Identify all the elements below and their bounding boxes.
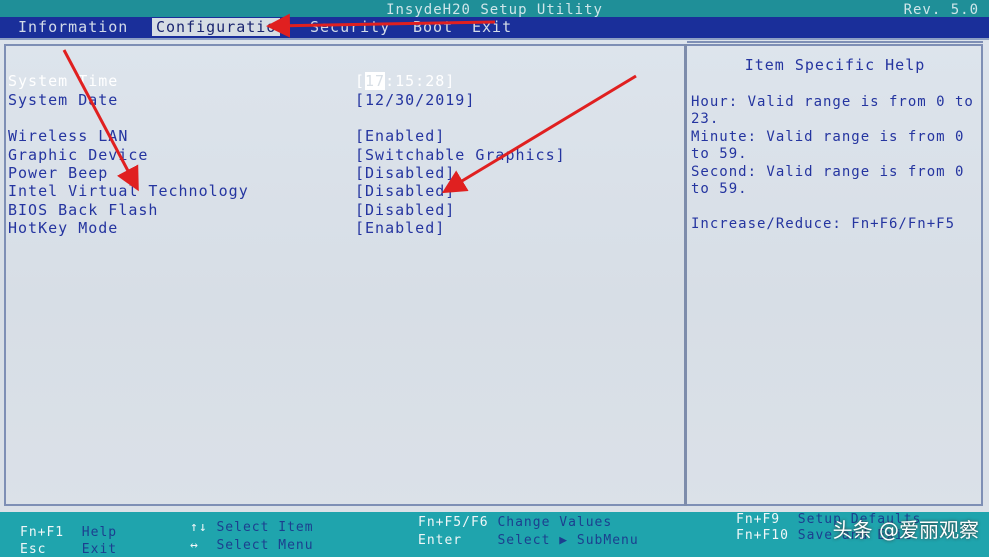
footer-exit-hint: Esc Exit <box>20 542 118 557</box>
setting-label: System Date <box>8 91 119 109</box>
setting-label: Power Beep <box>8 164 109 182</box>
setting-value[interactable]: [Disabled] <box>355 201 455 219</box>
setting-label: System Time <box>8 72 119 90</box>
setting-value[interactable]: [12/30/2019] <box>355 91 475 109</box>
setting-label: Intel Virtual Technology <box>8 182 249 200</box>
setting-value[interactable]: [Enabled] <box>355 219 445 237</box>
setting-bios-back-flash[interactable]: BIOS Back Flash [Disabled] <box>8 201 668 219</box>
setting-value[interactable]: [Disabled] <box>355 182 455 200</box>
revision-label: Rev. 5.0 <box>903 2 979 18</box>
help-line: 23. <box>691 111 720 127</box>
setting-label: BIOS Back Flash <box>8 201 159 219</box>
watermark-text: 头条 @爱丽观察 <box>832 518 979 542</box>
tab-boot[interactable]: Boot <box>409 18 457 36</box>
help-line: to 59. <box>691 146 748 162</box>
tab-exit[interactable]: Exit <box>468 18 516 36</box>
setting-label: HotKey Mode <box>8 219 119 237</box>
time-hour-field[interactable]: 17 <box>365 72 386 90</box>
setting-system-date[interactable]: System Date [12/30/2019] <box>8 91 668 109</box>
setting-value[interactable]: [Switchable Graphics] <box>355 146 566 164</box>
footer-select-menu-hint: ↔ Select Menu <box>190 538 314 553</box>
help-line: Increase/Reduce: Fn+F6/Fn+F5 <box>691 216 956 232</box>
setting-intel-virtual-technology[interactable]: Intel Virtual Technology [Disabled] <box>8 182 668 200</box>
bios-screen: InsydeH20 Setup Utility Rev. 5.0 Informa… <box>0 0 989 557</box>
settings-frame <box>4 44 684 506</box>
tab-security[interactable]: Security <box>306 18 394 36</box>
setting-graphic-device[interactable]: Graphic Device [Switchable Graphics] <box>8 146 668 164</box>
setting-wireless-lan[interactable]: Wireless LAN [Enabled] <box>8 127 668 145</box>
footer-select-item-hint: ↑↓ Select Item <box>190 520 314 535</box>
menu-bar: Information Configuratio Security Boot E… <box>0 17 989 38</box>
footer-submenu-hint: Enter Select ▶ SubMenu <box>418 533 639 548</box>
help-line: Minute: Valid range is from 0 <box>691 129 965 145</box>
setting-system-time[interactable]: System Time [17:15:28] <box>8 72 668 90</box>
setting-label: Graphic Device <box>8 146 149 164</box>
setting-value[interactable]: [Disabled] <box>355 164 455 182</box>
footer-help-hint: Fn+F1 Help <box>20 525 118 540</box>
help-title: Item Specific Help <box>744 56 926 74</box>
setting-value[interactable]: [Enabled] <box>355 127 445 145</box>
help-line: Hour: Valid range is from 0 to <box>691 94 974 110</box>
help-line: to 59. <box>691 181 748 197</box>
setting-power-beep[interactable]: Power Beep [Disabled] <box>8 164 668 182</box>
help-line: Second: Valid range is from 0 <box>691 164 965 180</box>
setting-hotkey-mode[interactable]: HotKey Mode [Enabled] <box>8 219 668 237</box>
setting-value[interactable]: [17:15:28] <box>355 72 455 90</box>
help-separator <box>687 41 983 43</box>
tab-information[interactable]: Information <box>14 18 132 36</box>
footer-change-values-hint: Fn+F5/F6 Change Values <box>418 515 613 530</box>
app-title: InsydeH20 Setup Utility <box>386 2 603 18</box>
setting-label: Wireless LAN <box>8 127 129 145</box>
tab-configuration[interactable]: Configuratio <box>152 18 281 36</box>
